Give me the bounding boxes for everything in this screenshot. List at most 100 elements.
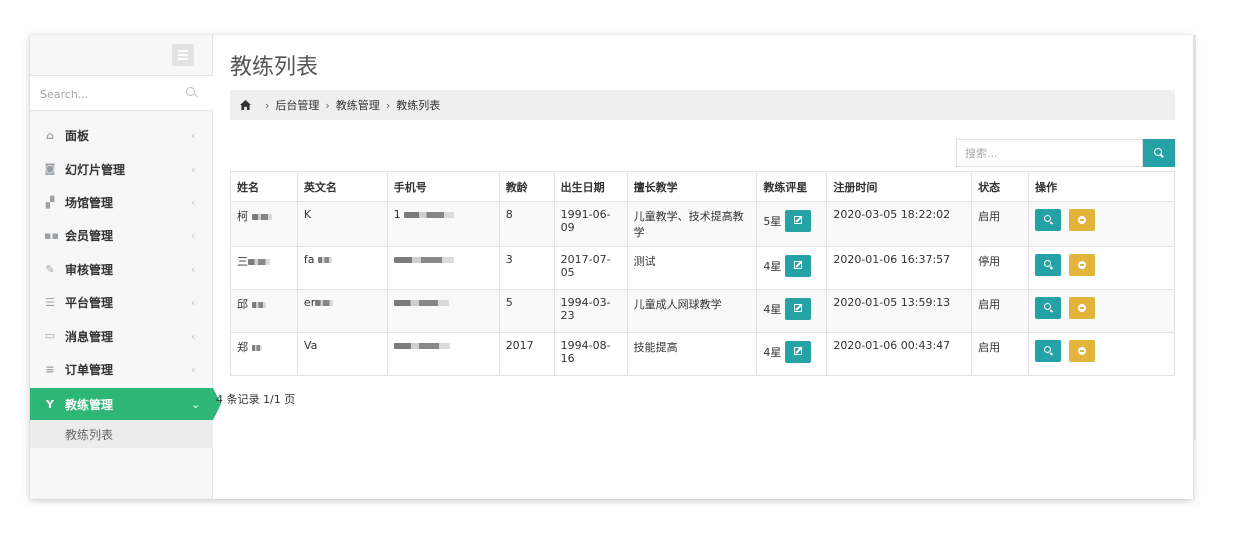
cell-english-text: K <box>303 208 312 221</box>
sidebar-nav: ⌂ 面板 ‹ ◙ 幻灯片管理 ‹ ▞ 场馆管理 ‹ ▪▪ 会员管理 ‹ ✎ 审核 <box>30 119 221 449</box>
sidebar-subitem-label: 教练列表 <box>65 427 114 442</box>
page-title: 教练列表 <box>230 55 319 80</box>
sidebar-item-messages[interactable]: ▭ 消息管理 ‹ <box>30 319 213 352</box>
breadcrumb-item[interactable]: 教练管理 <box>336 97 380 113</box>
chevron-down-icon: ⌄ <box>191 397 201 411</box>
breadcrumb-separator: › <box>265 98 270 112</box>
chevron-left-icon: ‹ <box>191 362 196 376</box>
breadcrumb-item[interactable]: 后台管理 <box>275 97 319 113</box>
view-button[interactable] <box>1035 297 1062 319</box>
cell-birth: 1991-06-09 <box>553 201 628 247</box>
cell-speciality: 儿童成人网球教学 <box>626 289 758 333</box>
cell-birth: 2017-07-05 <box>553 246 628 290</box>
cell-name: 柯 <box>230 201 298 247</box>
edit-rating-button[interactable] <box>785 210 812 232</box>
chevron-left-icon: ‹ <box>191 296 196 310</box>
sidebar: ⌂ 面板 ‹ ◙ 幻灯片管理 ‹ ▞ 场馆管理 ‹ ▪▪ 会员管理 ‹ ✎ 审核 <box>30 35 221 499</box>
venue-icon: ▞ <box>45 195 55 209</box>
edit-rating-button[interactable] <box>785 341 812 363</box>
view-button[interactable] <box>1035 254 1062 276</box>
rating-text: 5星 <box>763 215 782 228</box>
toggle-status-button[interactable] <box>1069 254 1096 276</box>
edit-rating-button[interactable] <box>785 298 812 320</box>
cell-registered: 2020-01-06 16:37:57 <box>826 246 973 290</box>
sidebar-item-label: 教练管理 <box>65 397 114 412</box>
home-icon[interactable] <box>240 100 251 110</box>
sidebar-item-venues[interactable]: ▞ 场馆管理 ‹ <box>30 186 213 219</box>
table-row: 邱 er 5 1994-03-23 儿童成人网球教学 4星 2020-01-05… <box>230 289 1175 333</box>
sidebar-item-members[interactable]: ▪▪ 会员管理 ‹ <box>30 219 213 252</box>
sliders-icon: ☰ <box>45 295 55 309</box>
sidebar-item-label: 平台管理 <box>65 296 114 311</box>
toggle-status-button[interactable] <box>1069 209 1096 231</box>
column-header: 姓名 <box>230 171 298 202</box>
view-button[interactable] <box>1035 340 1062 362</box>
toggle-status-button[interactable] <box>1069 297 1096 319</box>
sidebar-subitem-coach-list[interactable]: 教练列表 <box>30 420 213 449</box>
edit-icon <box>794 261 803 269</box>
gavel-icon: ✎ <box>45 262 55 276</box>
sidebar-item-label: 审核管理 <box>65 262 114 277</box>
table-header-row: 姓名 英文名 手机号 教龄 出生日期 擅长教学 教练评星 注册时间 状态 操作 <box>230 171 1175 202</box>
rating-text: 4星 <box>763 303 782 316</box>
cell-phone <box>386 246 500 290</box>
cell-english: er <box>296 289 388 333</box>
sidebar-toggle-button[interactable] <box>172 44 194 66</box>
table-search-input[interactable] <box>956 139 1143 167</box>
cell-actions <box>1028 201 1175 247</box>
toggle-status-button[interactable] <box>1069 340 1096 362</box>
cell-rating: 4星 <box>756 246 828 290</box>
sidebar-item-slides[interactable]: ◙ 幻灯片管理 ‹ <box>30 152 213 185</box>
cell-phone-text: 1 <box>393 208 401 221</box>
cell-name: 邱 <box>230 289 298 333</box>
table-row: 三 fa 3 2017-07-05 测试 4星 2020-01-06 16:37… <box>230 246 1175 290</box>
sidebar-search <box>30 75 213 111</box>
sidebar-item-platform[interactable]: ☰ 平台管理 ‹ <box>30 286 213 319</box>
column-header: 英文名 <box>296 171 388 202</box>
coach-table: 姓名 英文名 手机号 教龄 出生日期 擅长教学 教练评星 注册时间 状态 操作 … <box>230 171 1175 376</box>
cell-speciality: 测试 <box>626 246 758 290</box>
home-icon: ⌂ <box>46 129 54 142</box>
cell-registered: 2020-01-05 13:59:13 <box>826 289 973 333</box>
coach-icon: Y <box>46 398 54 412</box>
sidebar-item-coaches[interactable]: Y 教练管理 ⌄ <box>30 388 221 421</box>
scrollbar[interactable] <box>1193 35 1196 440</box>
search-icon <box>1044 346 1052 353</box>
column-header: 操作 <box>1028 171 1175 202</box>
sidebar-item-orders[interactable]: ≡ 订单管理 ‹ <box>30 353 213 386</box>
cell-status: 停用 <box>971 246 1030 290</box>
cell-english-text: fa <box>303 253 315 266</box>
sidebar-item-label: 幻灯片管理 <box>65 162 126 177</box>
column-header: 擅长教学 <box>626 171 758 202</box>
cell-actions <box>1028 246 1175 290</box>
view-button[interactable] <box>1035 209 1062 231</box>
sidebar-item-dashboard[interactable]: ⌂ 面板 ‹ <box>30 119 213 152</box>
cell-phone: 1 <box>386 201 500 247</box>
table-row: 柯 K 1 8 1991-06-09 儿童教学、技术提高教学 5星 2020-0… <box>230 201 1175 247</box>
sidebar-search-input[interactable] <box>40 83 190 105</box>
column-header: 出生日期 <box>553 171 628 202</box>
breadcrumb-separator: › <box>325 98 330 112</box>
main-content: 教练列表 › 后台管理 › 教练管理 › 教练列表 搜索... 姓名 英文名 手… <box>214 35 1193 499</box>
disable-icon <box>1078 347 1087 355</box>
chevron-left-icon: ‹ <box>191 195 196 209</box>
cell-name-text: 郑 <box>237 341 248 354</box>
chevron-left-icon: ‹ <box>191 262 196 276</box>
search-icon[interactable] <box>186 87 195 96</box>
message-icon: ▭ <box>44 329 56 343</box>
cell-phone <box>386 289 500 333</box>
cell-name-text: 三 <box>237 255 248 268</box>
cell-years: 3 <box>498 246 555 290</box>
cell-name-text: 邱 <box>237 298 248 311</box>
column-header: 注册时间 <box>826 171 973 202</box>
cell-name: 郑 <box>230 332 298 376</box>
cell-english-text: Va <box>303 339 318 352</box>
chevron-left-icon: ‹ <box>191 162 196 176</box>
edit-icon <box>794 216 803 224</box>
edit-rating-button[interactable] <box>785 255 812 277</box>
sidebar-item-review[interactable]: ✎ 审核管理 ‹ <box>30 253 213 286</box>
cell-phone <box>386 332 500 376</box>
search-button[interactable] <box>1143 139 1175 167</box>
cell-actions <box>1028 332 1175 376</box>
cell-rating: 5星 <box>756 201 828 247</box>
